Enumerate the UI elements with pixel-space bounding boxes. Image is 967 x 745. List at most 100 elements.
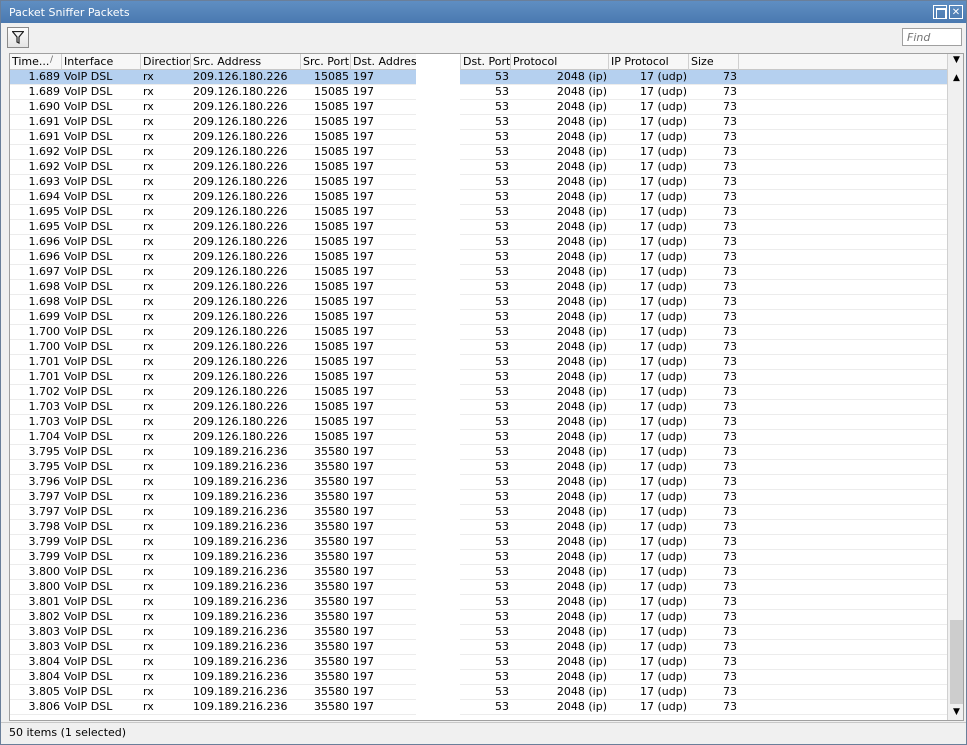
table-row[interactable]: 3.798 VoIP DSL rx 109.189.216.236 35580 197 53…	[10, 520, 947, 535]
table-row[interactable]: 3.799 VoIP DSL rx 109.189.216.236 35580 197 53…	[10, 535, 947, 550]
table-row[interactable]: 1.698 VoIP DSL rx 209.126.180.226 15085 197 53…	[10, 295, 947, 310]
cell-0: 1.695	[28, 220, 61, 233]
scroll-down-icon[interactable]: ▼	[952, 708, 961, 717]
toolbar	[1, 23, 966, 52]
cell-8: 17 (udp)	[639, 400, 687, 413]
table-row[interactable]: 3.795 VoIP DSL rx 109.189.216.236 35580 197 53…	[10, 460, 947, 475]
cell-6: 53	[495, 235, 509, 248]
cell-3: 209.126.180.226	[193, 280, 288, 293]
table-row[interactable]: 3.803 VoIP DSL rx 109.189.216.236 35580 197 53…	[10, 640, 947, 655]
column-header-8[interactable]: IP Protocol	[609, 54, 689, 70]
table-row[interactable]: 1.691 VoIP DSL rx 209.126.180.226 15085 197 53…	[10, 115, 947, 130]
cell-4: 15085	[314, 100, 349, 113]
cell-4: 15085	[314, 310, 349, 323]
table-row[interactable]: 3.795 VoIP DSL rx 109.189.216.236 35580 197 53…	[10, 445, 947, 460]
cell-1: VoIP DSL	[64, 550, 113, 563]
cell-0: 1.690	[28, 100, 61, 113]
cell-7: 2048 (ip)	[556, 385, 607, 398]
table-row[interactable]: 3.801 VoIP DSL rx 109.189.216.236 35580 197 53…	[10, 595, 947, 610]
cell-3: 209.126.180.226	[193, 355, 288, 368]
table-row[interactable]: 3.804 VoIP DSL rx 109.189.216.236 35580 197 53…	[10, 655, 947, 670]
table-row[interactable]: 1.698 VoIP DSL rx 209.126.180.226 15085 197 53…	[10, 280, 947, 295]
close-button[interactable]: ✕	[949, 5, 963, 19]
column-header-6[interactable]: Dst. Port	[461, 54, 511, 70]
cell-0: 3.804	[28, 670, 61, 683]
title-bar[interactable]: Packet Sniffer Packets ✕	[1, 1, 966, 23]
table-row[interactable]: 3.796 VoIP DSL rx 109.189.216.236 35580 197 53…	[10, 475, 947, 490]
cell-6: 53	[495, 160, 509, 173]
cell-2: rx	[143, 115, 154, 128]
cell-1: VoIP DSL	[64, 280, 113, 293]
cell-0: 1.700	[28, 340, 61, 353]
cell-8: 17 (udp)	[639, 385, 687, 398]
table-row[interactable]: 1.699 VoIP DSL rx 209.126.180.226 15085 197 53…	[10, 310, 947, 325]
cell-7: 2048 (ip)	[556, 445, 607, 458]
table-row[interactable]: 1.689 VoIP DSL rx 209.126.180.226 15085 197 53…	[10, 70, 947, 85]
table-row[interactable]: 3.805 VoIP DSL rx 109.189.216.236 35580 197 53…	[10, 685, 947, 700]
cell-6: 53	[495, 85, 509, 98]
cell-1: VoIP DSL	[64, 145, 113, 158]
cell-6: 53	[495, 340, 509, 353]
table-row[interactable]: 1.702 VoIP DSL rx 209.126.180.226 15085 197 53…	[10, 385, 947, 400]
filter-button[interactable]	[7, 27, 29, 48]
cell-3: 209.126.180.226	[193, 250, 288, 263]
column-header-2[interactable]: Direction	[141, 54, 191, 70]
cell-4: 15085	[314, 325, 349, 338]
table-row[interactable]: 1.696 VoIP DSL rx 209.126.180.226 15085 197 53…	[10, 235, 947, 250]
column-header-0[interactable]: Time... /	[10, 54, 62, 70]
scroll-menu-arrow-icon[interactable]: ▼	[952, 56, 961, 65]
table-row[interactable]: 1.703 VoIP DSL rx 209.126.180.226 15085 197 53…	[10, 400, 947, 415]
table-row[interactable]: 1.691 VoIP DSL rx 209.126.180.226 15085 197 53…	[10, 130, 947, 145]
cell-9: 73	[723, 85, 737, 98]
table-row[interactable]: 3.802 VoIP DSL rx 109.189.216.236 35580 197 53…	[10, 610, 947, 625]
table-row[interactable]: 3.803 VoIP DSL rx 109.189.216.236 35580 197 53…	[10, 625, 947, 640]
table-row[interactable]: 1.695 VoIP DSL rx 209.126.180.226 15085 197 53…	[10, 220, 947, 235]
table-row[interactable]: 1.704 VoIP DSL rx 209.126.180.226 15085 197 53…	[10, 430, 947, 445]
column-header-7[interactable]: Protocol	[511, 54, 609, 70]
cell-9: 73	[723, 265, 737, 278]
cell-3: 109.189.216.236	[193, 535, 288, 548]
table-row[interactable]: 1.695 VoIP DSL rx 209.126.180.226 15085 197 53…	[10, 205, 947, 220]
column-header-3[interactable]: Src. Address	[191, 54, 301, 70]
table-row[interactable]: 1.701 VoIP DSL rx 209.126.180.226 15085 197 53…	[10, 370, 947, 385]
table-row[interactable]: 3.799 VoIP DSL rx 109.189.216.236 35580 197 53…	[10, 550, 947, 565]
table-row[interactable]: 3.800 VoIP DSL rx 109.189.216.236 35580 197 53…	[10, 565, 947, 580]
table-row[interactable]: 3.804 VoIP DSL rx 109.189.216.236 35580 197 53…	[10, 670, 947, 685]
cell-6: 53	[495, 655, 509, 668]
table-row[interactable]: 3.800 VoIP DSL rx 109.189.216.236 35580 197 53…	[10, 580, 947, 595]
table-row[interactable]: 1.701 VoIP DSL rx 209.126.180.226 15085 197 53…	[10, 355, 947, 370]
column-header-1[interactable]: Interface	[62, 54, 141, 70]
cell-1: VoIP DSL	[64, 700, 113, 713]
cell-7: 2048 (ip)	[556, 100, 607, 113]
column-header-4[interactable]: Src. Port	[301, 54, 351, 70]
table-row[interactable]: 3.797 VoIP DSL rx 109.189.216.236 35580 197 53…	[10, 490, 947, 505]
table-row[interactable]: 1.689 VoIP DSL rx 209.126.180.226 15085 197 53…	[10, 85, 947, 100]
cell-8: 17 (udp)	[639, 115, 687, 128]
table-row[interactable]: 1.693 VoIP DSL rx 209.126.180.226 15085 197 53…	[10, 175, 947, 190]
cell-1: VoIP DSL	[64, 385, 113, 398]
vertical-scrollbar[interactable]: ▼ ▲ ▼	[947, 54, 963, 720]
table-row[interactable]: 1.700 VoIP DSL rx 209.126.180.226 15085 197 53…	[10, 325, 947, 340]
cell-8: 17 (udp)	[639, 280, 687, 293]
scroll-up-icon[interactable]: ▲	[952, 74, 961, 83]
cell-7: 2048 (ip)	[556, 610, 607, 623]
table-row[interactable]: 3.806 VoIP DSL rx 109.189.216.236 35580 197 53…	[10, 700, 947, 715]
cell-1: VoIP DSL	[64, 85, 113, 98]
cell-3: 209.126.180.226	[193, 415, 288, 428]
column-header-9[interactable]: Size	[689, 54, 739, 70]
maximize-button[interactable]	[933, 5, 947, 19]
cell-0: 1.701	[28, 370, 61, 383]
table-row[interactable]: 1.694 VoIP DSL rx 209.126.180.226 15085 197 53…	[10, 190, 947, 205]
table-row[interactable]: 1.703 VoIP DSL rx 209.126.180.226 15085 197 53…	[10, 415, 947, 430]
cell-2: rx	[143, 445, 154, 458]
table-row[interactable]: 3.797 VoIP DSL rx 109.189.216.236 35580 197 53…	[10, 505, 947, 520]
table-row[interactable]: 1.700 VoIP DSL rx 209.126.180.226 15085 197 53…	[10, 340, 947, 355]
table-row[interactable]: 1.696 VoIP DSL rx 209.126.180.226 15085 197 53…	[10, 250, 947, 265]
table-row[interactable]: 1.692 VoIP DSL rx 209.126.180.226 15085 197 53…	[10, 145, 947, 160]
table-row[interactable]: 1.692 VoIP DSL rx 209.126.180.226 15085 197 53…	[10, 160, 947, 175]
find-input[interactable]	[902, 28, 962, 46]
table-row[interactable]: 1.690 VoIP DSL rx 209.126.180.226 15085 197 53…	[10, 100, 947, 115]
cell-7: 2048 (ip)	[556, 355, 607, 368]
table-row[interactable]: 1.697 VoIP DSL rx 209.126.180.226 15085 197 53…	[10, 265, 947, 280]
scroll-thumb[interactable]	[950, 620, 963, 704]
